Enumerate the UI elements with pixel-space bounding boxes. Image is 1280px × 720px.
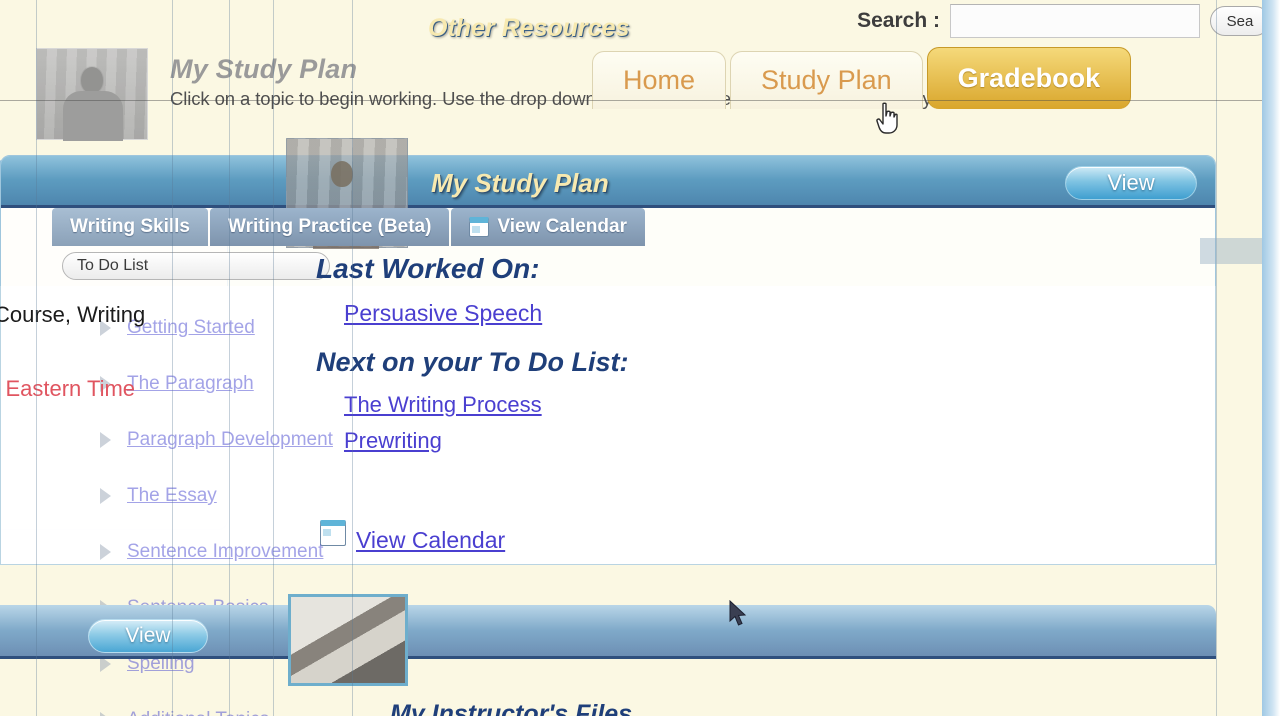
page-title: My Study Plan [170,54,358,84]
chevron-right-icon [100,432,111,448]
view-button-secondary[interactable]: View [88,619,208,653]
books-photo [288,594,408,686]
study-plan-panel-title: My Study Plan [431,168,609,198]
last-worked-on-heading: Last Worked On: [316,253,540,284]
calendar-icon [469,217,490,237]
right-edge-strip [1262,0,1280,720]
todo-list-dropdown-value: To Do List [77,257,149,274]
topic-link[interactable]: The Paragraph [127,373,254,395]
topic-link[interactable]: Getting Started [127,317,255,339]
study-plan-subtabs: Writing Skills Writing Practice (Beta) V… [52,208,647,246]
crossfade-seam [172,0,173,720]
topic-row[interactable]: Sentence Improvement [100,524,420,580]
topic-row[interactable]: Paragraph Development [100,412,420,468]
chevron-right-icon [100,488,111,504]
todo-list-dropdown[interactable]: To Do List [62,252,330,280]
subtab-writing-practice[interactable]: Writing Practice (Beta) [210,208,450,246]
crossfade-seam [229,0,230,720]
crossfade-seam [0,100,1280,101]
subtab-view-calendar-label: View Calendar [497,216,627,237]
other-resources-title: Other Resources [428,14,630,42]
screen: My Study Plan Click on a topic to begin … [0,0,1280,720]
crossfade-seam [352,0,353,720]
search-button[interactable]: Sea [1210,6,1270,36]
crossfade-seam [1216,0,1217,720]
topic-row[interactable]: Getting Started [100,300,420,356]
ghost-course-text: Course, Writing [0,302,146,327]
topic-link[interactable]: Sentence Improvement [127,541,323,563]
topic-row[interactable]: The Paragraph [100,356,420,412]
view-button[interactable]: View [1065,166,1197,200]
chevron-right-icon [100,544,111,560]
subtab-writing-practice-label: Writing Practice (Beta) [228,216,432,237]
crossfade-seam [36,0,37,720]
search-input[interactable] [950,4,1200,38]
crossfade-seam [273,0,274,720]
student-photo [36,48,148,141]
right-edge-fragment [1200,238,1262,264]
subtab-writing-skills[interactable]: Writing Skills [52,208,209,246]
search-area: Search : Sea [857,4,1270,38]
topic-row[interactable]: The Essay [100,468,420,524]
subtab-view-calendar[interactable]: View Calendar [451,208,645,246]
bottom-strip [0,716,1280,720]
search-label: Search : [857,9,940,32]
ghost-timezone-text: ) Eastern Time [0,376,136,401]
